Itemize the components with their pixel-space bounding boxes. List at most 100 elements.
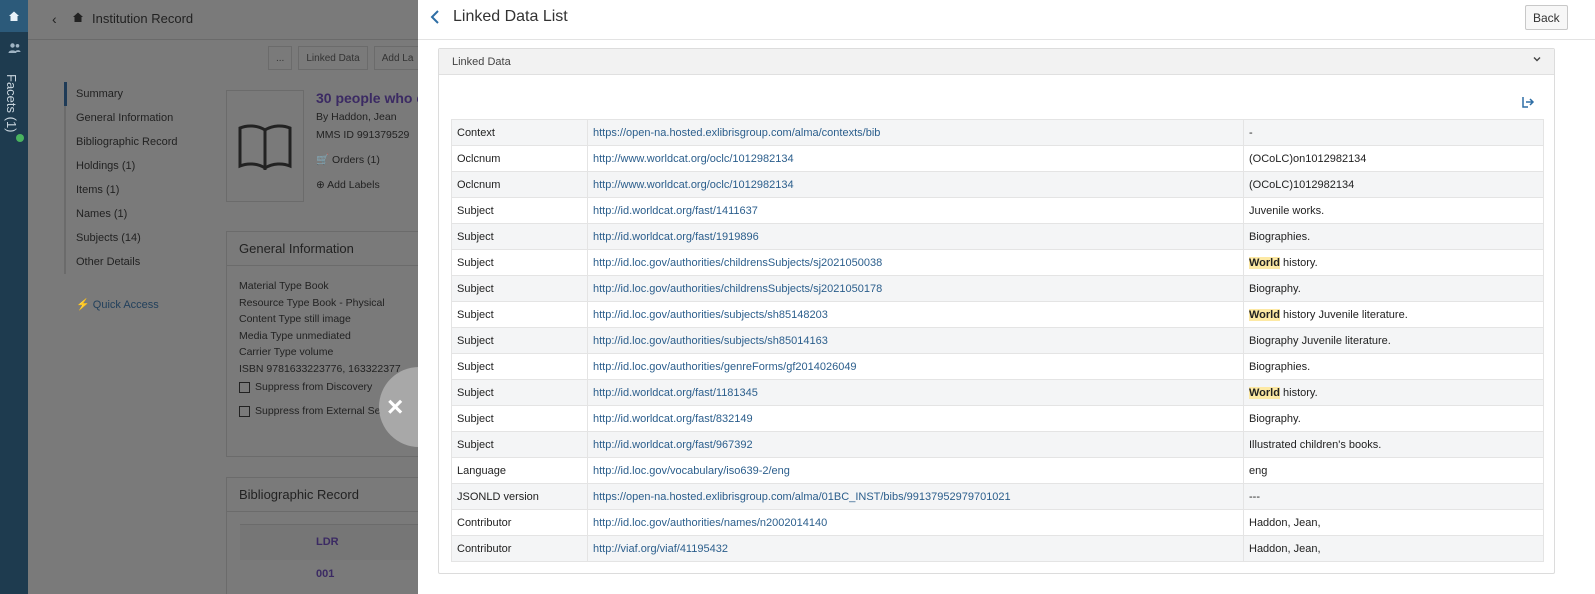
value-cell: eng (1243, 457, 1544, 484)
uri-link[interactable]: http://id.worldcat.org/fast/1919896 (587, 223, 1244, 250)
open-book-icon (238, 124, 292, 170)
nav-item-summary[interactable]: Summary (64, 82, 178, 106)
value-cell: World history Juvenile literature. (1243, 301, 1544, 328)
uri-link[interactable]: https://open-na.hosted.exlibrisgroup.com… (587, 119, 1244, 146)
table-row: Subject http://id.loc.gov/authorities/gen… (451, 353, 1544, 380)
quick-access-label: Quick Access (92, 299, 159, 311)
book-author[interactable]: By Haddon, Jean (316, 111, 397, 123)
table-row: Subject http://id.worldcat.org/fast/14116… (451, 197, 1544, 224)
field-001-label: 001 (316, 568, 335, 580)
label-cell: Subject (451, 379, 588, 406)
suppress-external-checkbox[interactable]: Suppress from External Sea (239, 405, 386, 417)
home-icon[interactable] (72, 11, 84, 26)
ldr-row: LDR (240, 524, 440, 560)
uri-link[interactable]: http://id.loc.gov/vocabulary/iso639-2/en… (587, 457, 1244, 484)
value-cell: Biography Juvenile literature. (1243, 327, 1544, 354)
uri-link[interactable]: https://open-na.hosted.exlibrisgroup.com… (587, 483, 1244, 510)
section-title: Linked Data (452, 56, 511, 68)
orders-label: Orders (1) (332, 154, 380, 166)
uri-link[interactable]: http://id.worldcat.org/fast/967392 (587, 431, 1244, 458)
uri-link[interactable]: http://id.loc.gov/authorities/genreForms… (587, 353, 1244, 380)
value-cell: Biographies. (1243, 353, 1544, 380)
table-row: Contributor http://id.loc.gov/authorities… (451, 509, 1544, 536)
uri-link[interactable]: http://www.worldcat.org/oclc/1012982134 (587, 171, 1244, 198)
chevron-down-icon[interactable] (1532, 54, 1542, 67)
nav-item-bibliographic-record[interactable]: Bibliographic Record (66, 130, 178, 154)
left-rail: Facets (1) (0, 0, 28, 594)
add-labels-link[interactable]: ⊕ Add Labels (316, 179, 380, 191)
label-cell: Subject (451, 327, 588, 354)
background-record-page: ‹ Institution Record ... Linked Data Add… (28, 0, 440, 594)
value-cell: Illustrated children's books. (1243, 431, 1544, 458)
uri-link[interactable]: http://viaf.org/viaf/41195432 (587, 535, 1244, 562)
checkbox-box[interactable] (239, 405, 250, 417)
facets-toggle[interactable]: Facets (1) (4, 74, 19, 133)
highlight-term: World (1249, 308, 1280, 321)
content-type: Content Type still image (239, 313, 351, 325)
label-cell: Contributor (451, 509, 588, 536)
nav-item-other-details[interactable]: Other Details (66, 250, 178, 274)
label-cell: Subject (451, 353, 588, 380)
drawer-title: Linked Data List (453, 8, 568, 25)
uri-link[interactable]: http://id.loc.gov/authorities/childrensS… (587, 275, 1244, 302)
more-actions-button[interactable]: ... (268, 46, 293, 70)
add-labels-label: Add Labels (327, 179, 380, 191)
uri-link[interactable]: http://id.loc.gov/authorities/names/n200… (587, 509, 1244, 536)
value-cell: - (1243, 119, 1544, 146)
label-cell: Subject (451, 431, 588, 458)
value-cell: Biography. (1243, 275, 1544, 302)
back-chevron-icon[interactable] (430, 9, 440, 30)
suppress-discovery-checkbox[interactable]: Suppress from Discovery (239, 381, 372, 393)
orders-link[interactable]: 🛒 Orders (1) (316, 153, 380, 166)
back-chevron-icon[interactable]: ‹ (52, 11, 57, 27)
value-cell: --- (1243, 483, 1544, 510)
linked-data-section: Linked Data Context https://open-na.hoste… (438, 48, 1555, 574)
linked-data-section-header[interactable]: Linked Data (439, 49, 1554, 75)
linked-data-drawer: Linked Data List Back Linked Data Contex… (418, 0, 1595, 594)
value-cell: Biography. (1243, 405, 1544, 432)
uri-link[interactable]: http://id.worldcat.org/fast/1411637 (587, 197, 1244, 224)
cart-icon: 🛒 (316, 154, 330, 166)
media-type: Media Type unmediated (239, 330, 351, 342)
uri-link[interactable]: http://id.loc.gov/authorities/subjects/s… (587, 301, 1244, 328)
nav-item-items[interactable]: Items (1) (66, 178, 178, 202)
uri-link[interactable]: http://id.worldcat.org/fast/1181345 (587, 379, 1244, 406)
table-row: Contributor http://viaf.org/viaf/41195432… (451, 535, 1544, 562)
uri-link[interactable]: http://id.worldcat.org/fast/832149 (587, 405, 1244, 432)
table-row: JSONLD version https://open-na.hosted.exl… (451, 483, 1544, 510)
table-row: Context https://open-na.hosted.exlibrisgr… (451, 119, 1544, 146)
record-title: Institution Record (92, 11, 194, 26)
linked-data-table: Context https://open-na.hosted.exlibrisgr… (451, 119, 1544, 562)
book-mms-id: MMS ID 991379529 (316, 129, 410, 141)
ldr-label: LDR (316, 536, 339, 548)
users-rail-icon[interactable] (0, 32, 28, 64)
quick-access-link[interactable]: ⚡ Quick Access (76, 298, 159, 311)
export-icon[interactable] (1517, 91, 1539, 113)
label-cell: Subject (451, 405, 588, 432)
nav-item-subjects[interactable]: Subjects (14) (66, 226, 178, 250)
book-title[interactable]: 30 people who c (316, 90, 424, 106)
nav-item-holdings[interactable]: Holdings (1) (66, 154, 178, 178)
table-row: Subject http://id.loc.gov/authorities/sub… (451, 301, 1544, 328)
nav-item-general-information[interactable]: General Information (66, 106, 178, 130)
table-row: Oclcnum http://www.worldcat.org/oclc/1012… (451, 145, 1544, 172)
label-cell: Oclcnum (451, 171, 588, 198)
checkbox-box[interactable] (239, 381, 250, 393)
value-text: history. (1279, 256, 1318, 269)
add-labels-toolbar-button[interactable]: Add La (373, 46, 422, 70)
value-cell: Haddon, Jean, (1243, 535, 1544, 562)
home-rail-icon[interactable] (0, 0, 28, 32)
uri-link[interactable]: http://id.loc.gov/authorities/childrensS… (587, 249, 1244, 276)
close-icon: × (387, 391, 404, 422)
uri-link[interactable]: http://id.loc.gov/authorities/subjects/s… (587, 327, 1244, 354)
carrier-type: Carrier Type volume (239, 346, 334, 358)
general-information-heading: General Information (227, 232, 435, 266)
back-button[interactable]: Back (1525, 5, 1568, 30)
value-cell: Haddon, Jean, (1243, 509, 1544, 536)
suppress-external-label: Suppress from External Sea (255, 405, 387, 417)
nav-item-names[interactable]: Names (1) (66, 202, 178, 226)
uri-link[interactable]: http://www.worldcat.org/oclc/1012982134 (587, 145, 1244, 172)
label-cell: Context (451, 119, 588, 146)
drawer-header: Linked Data List Back (418, 0, 1595, 40)
linked-data-button[interactable]: Linked Data (298, 46, 368, 70)
